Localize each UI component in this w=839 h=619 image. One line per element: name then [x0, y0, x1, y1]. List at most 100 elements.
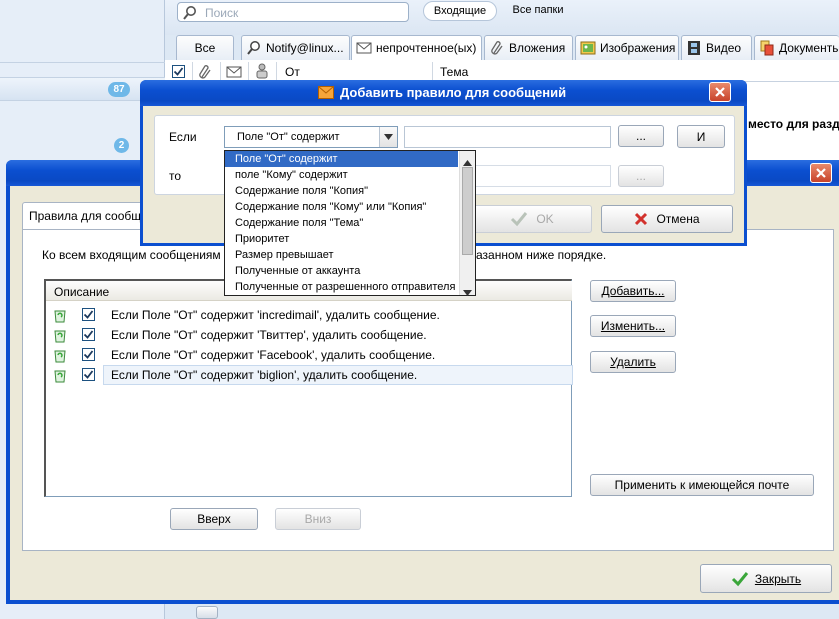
tab-video[interactable]: Видео — [681, 35, 752, 60]
column-separator — [276, 62, 277, 80]
rule-row[interactable]: Если Поле "От" содержит 'Facebook', удал… — [49, 345, 569, 365]
rule-text: Если Поле "От" содержит 'biglion', удали… — [111, 368, 418, 382]
recycle-icon — [53, 327, 67, 346]
cancel-button[interactable]: Отмена — [601, 205, 733, 233]
dropdown-option[interactable]: Размер превышает — [225, 247, 458, 263]
tab-label: Документы — [779, 41, 839, 55]
add-rule-titlebar: Добавить правило для сообщений — [140, 80, 747, 106]
recycle-icon — [53, 307, 67, 326]
search-icon — [182, 5, 198, 24]
apply-to-existing-button[interactable]: Применить к имеющейся почте — [590, 474, 814, 496]
column-separator — [248, 62, 249, 80]
folder-pane-bottom — [0, 604, 165, 619]
dropdown-option[interactable]: Полученные от разрешенного отправителя — [225, 279, 458, 295]
rule-text: Если Поле "От" содержит 'Facebook', удал… — [111, 348, 436, 362]
tab-images[interactable]: Изображения — [575, 35, 679, 60]
rules-tab-label: Правила для сообщ — [29, 209, 142, 223]
edit-rule-button[interactable]: Изменить... — [590, 315, 676, 337]
search-icon — [246, 40, 262, 56]
checkmark-icon — [511, 212, 528, 227]
close-rules-button[interactable]: Закрыть — [700, 564, 832, 593]
add-rule-close-button[interactable] — [709, 82, 731, 102]
cross-icon — [635, 212, 648, 226]
column-separator — [432, 62, 433, 80]
recycle-icon — [53, 367, 67, 386]
dropdown-option[interactable]: Полученные от аккаунта — [225, 263, 458, 279]
description-column-header: Описание — [54, 285, 110, 299]
dropdown-arrow-button[interactable] — [379, 127, 397, 147]
add-rule-button[interactable]: Добавить... — [590, 280, 676, 302]
image-icon — [580, 40, 596, 56]
tab-documents[interactable]: Документы — [754, 35, 839, 60]
dropdown-option[interactable]: Содержание поля "Кому" или "Копия" — [225, 199, 458, 215]
tab-label: Видео — [706, 41, 742, 55]
rule-row[interactable]: Если Поле "От" содержит 'Твиттер', удали… — [49, 325, 569, 345]
tab-label: Вложения — [509, 41, 566, 55]
move-up-button[interactable]: Вверх — [170, 508, 258, 530]
dropdown-scrollbar[interactable] — [459, 151, 475, 296]
condition-select-value: Поле "От" содержит — [237, 131, 340, 143]
scroll-down-arrow[interactable] — [463, 285, 472, 299]
condition-dropdown-list[interactable]: Поле "От" содержит поле "Кому" содержит … — [224, 150, 476, 296]
column-separator — [192, 62, 193, 80]
and-button[interactable]: И — [677, 125, 725, 148]
dropdown-option[interactable]: Приоритет — [225, 231, 458, 247]
dropdown-option[interactable]: Поле "От" содержит — [225, 151, 458, 167]
delete-rule-button[interactable]: Удалить — [590, 351, 676, 373]
action-browse-button[interactable]: ... — [618, 165, 664, 187]
tab-all[interactable]: Все — [176, 35, 234, 60]
rule-enabled-checkbox[interactable] — [82, 328, 95, 341]
dropdown-option[interactable]: поле "Кому" содержит — [225, 167, 458, 183]
subject-column-header[interactable]: Тема — [440, 65, 468, 79]
ok-button[interactable]: OK — [472, 205, 592, 233]
rule-enabled-checkbox[interactable] — [82, 308, 95, 321]
preview-partial-text: место для разд — [748, 117, 839, 131]
search-input[interactable]: Поиск — [205, 6, 238, 20]
paperclip-icon — [489, 40, 505, 56]
document-icon — [759, 40, 775, 56]
envelope-icon — [356, 40, 372, 56]
tab-label: Изображения — [600, 41, 676, 55]
rules-window-close-button[interactable] — [810, 163, 832, 183]
rule-row-selected[interactable]: Если Поле "От" содержит 'biglion', удали… — [49, 365, 573, 386]
rule-enabled-checkbox[interactable] — [82, 368, 95, 381]
dropdown-option[interactable]: Содержание поля "Тема" — [225, 215, 458, 231]
inbox-filter-button[interactable]: Входящие — [423, 1, 497, 21]
if-label: Если — [169, 130, 197, 144]
tab-label: Notify@linux... — [266, 41, 344, 55]
rules-description-right: азанном ниже порядке. — [476, 248, 607, 262]
column-separator — [220, 62, 221, 80]
unread-count-badge: 87 — [108, 82, 130, 97]
all-folders-button[interactable]: Все папки — [503, 1, 573, 21]
film-icon — [686, 40, 702, 56]
close-icon — [715, 87, 725, 97]
recycle-icon — [53, 347, 67, 366]
checkmark-icon — [731, 571, 749, 586]
dropdown-option[interactable]: Содержание поля "Копия" — [225, 183, 458, 199]
condition-browse-button[interactable]: ... — [618, 125, 664, 147]
condition-value-input[interactable] — [404, 126, 611, 148]
select-all-checkbox[interactable] — [172, 65, 185, 78]
rules-description-left: Ко всем входящим сообщениям — [42, 248, 221, 262]
from-column-header[interactable]: От — [285, 65, 300, 79]
close-icon — [816, 168, 826, 178]
tab-label: непрочтенное(ых) — [376, 41, 477, 55]
resize-grip[interactable] — [196, 606, 218, 619]
rule-enabled-checkbox[interactable] — [82, 348, 95, 361]
scrollbar-thumb[interactable] — [462, 167, 473, 255]
then-label: то — [169, 169, 182, 183]
add-rule-title: Добавить правило для сообщений — [340, 85, 567, 100]
rule-text: Если Поле "От" содержит 'Твиттер', удали… — [111, 328, 427, 342]
rule-row[interactable]: Если Поле "От" содержит 'incredimail', у… — [49, 305, 569, 325]
search-box[interactable]: Поиск — [177, 2, 409, 22]
tab-notify[interactable]: Notify@linux... — [241, 35, 350, 60]
tab-attachments[interactable]: Вложения — [484, 35, 573, 60]
chevron-down-icon — [384, 134, 393, 140]
condition-select[interactable]: Поле "От" содержит — [224, 126, 398, 148]
folder-pane-divider — [0, 62, 165, 63]
rules-list[interactable]: Описание Если Поле "От" содержит 'incred… — [44, 279, 573, 497]
tab-unread[interactable]: непрочтенное(ых) — [351, 35, 482, 60]
move-down-button[interactable]: Вниз — [275, 508, 361, 530]
rule-text: Если Поле "От" содержит 'incredimail', у… — [111, 308, 440, 322]
unread-count-badge-2: 2 — [114, 138, 129, 153]
